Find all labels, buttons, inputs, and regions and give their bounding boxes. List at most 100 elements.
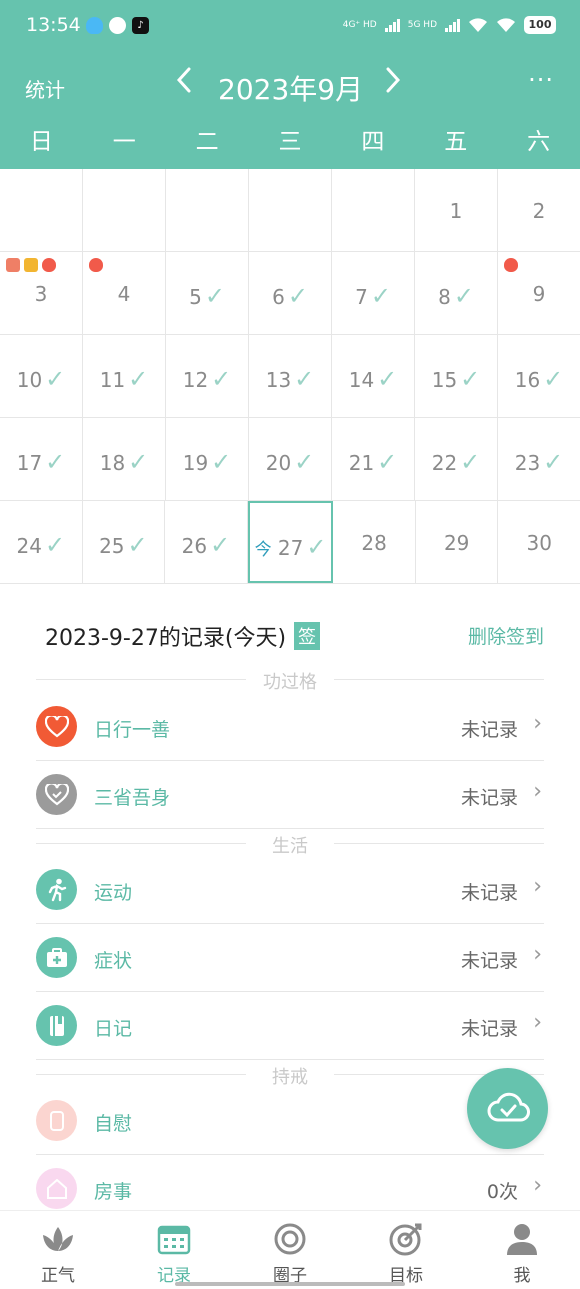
status-time: 13:54 <box>26 14 81 36</box>
sign-badge: 签 <box>294 622 321 650</box>
day-number: 15 <box>431 368 458 392</box>
records-panel: 2023-9-27的记录(今天) 签 删除签到 <box>0 584 580 679</box>
day-number: 28 <box>361 531 387 555</box>
calendar-day[interactable]: 23 ✓ <box>498 418 580 500</box>
calendar-day[interactable]: 12 ✓ <box>166 335 249 417</box>
day-number: 21 <box>348 451 375 475</box>
day-number: 3 <box>34 282 48 306</box>
home-indicator[interactable] <box>175 1282 405 1286</box>
tab-records[interactable]: 记录 <box>116 1211 232 1289</box>
qq-icon <box>86 17 103 34</box>
chevron-right-icon: › <box>533 1173 542 1198</box>
record-item-exercise[interactable]: 运动 未记录 › <box>36 856 544 924</box>
calendar-day[interactable]: 15 ✓ <box>415 335 498 417</box>
calendar-day[interactable]: 13 ✓ <box>249 335 332 417</box>
house-icon <box>36 1168 77 1209</box>
record-item-label: 自慰 <box>94 1113 133 1135</box>
stats-button[interactable]: 统计 <box>25 74 65 103</box>
delete-sign-button[interactable]: 删除签到 <box>468 622 544 649</box>
chevron-right-icon: › <box>533 942 542 967</box>
calendar-day[interactable]: 30 <box>498 501 580 583</box>
calendar-day[interactable]: 11 ✓ <box>83 335 166 417</box>
calendar-day[interactable]: 5 ✓ <box>166 252 249 334</box>
calendar-week: 17 ✓ 18 ✓ 19 ✓ 20 ✓ 21 ✓ 22 ✓ 23 ✓ <box>0 418 580 501</box>
calendar-day[interactable]: 19 ✓ <box>166 418 249 500</box>
tab-circle[interactable]: 圈子 <box>232 1211 348 1289</box>
record-item-reflection[interactable]: 三省吾身 未记录 › <box>36 761 544 829</box>
calendar-day[interactable]: 9 <box>498 252 580 334</box>
section-merit: 功过格 <box>36 668 544 693</box>
calendar-day[interactable]: 29 <box>416 501 499 583</box>
record-item-status: 0次 <box>486 1181 518 1203</box>
calendar-day[interactable]: 8 ✓ <box>415 252 498 334</box>
calendar-day[interactable]: 3 <box>0 252 83 334</box>
book-icon <box>6 258 20 272</box>
calendar-day[interactable]: 16 ✓ <box>498 335 580 417</box>
record-item-diary[interactable]: 日记 未记录 › <box>36 992 544 1060</box>
lotus-icon <box>40 1221 76 1257</box>
person-icon <box>504 1221 540 1257</box>
today-label: 今 <box>254 540 272 560</box>
record-item-symptom[interactable]: 症状 未记录 › <box>36 924 544 992</box>
check-icon: ✓ <box>294 448 315 476</box>
calendar-empty-cell <box>166 169 249 251</box>
section-precept-label: 持戒 <box>272 1067 308 1088</box>
calendar-day[interactable]: 24 ✓ <box>0 501 83 583</box>
day-number: 26 <box>181 534 208 558</box>
day-number: 29 <box>443 531 470 555</box>
chevron-right-icon: › <box>533 874 542 899</box>
day-number: 19 <box>182 451 209 475</box>
day-number: 30 <box>526 531 552 555</box>
record-item-good-deed[interactable]: 日行一善 未记录 › <box>36 693 544 761</box>
calendar-icon <box>156 1221 192 1257</box>
calendar-day[interactable]: 22 ✓ <box>415 418 498 500</box>
weekday-label: 四 <box>361 129 385 155</box>
calendar-day[interactable]: 6 ✓ <box>249 252 332 334</box>
calendar-day[interactable]: 28 <box>333 501 416 583</box>
medkit-icon <box>36 937 77 978</box>
calendar-day[interactable]: 21 ✓ <box>332 418 415 500</box>
wifi-icon-2 <box>497 18 515 32</box>
weekday-label: 三 <box>278 129 302 155</box>
calendar-day[interactable]: 4 <box>83 252 166 334</box>
month-title: 2023年9月 <box>218 73 364 106</box>
calendar-day[interactable]: 2 <box>498 169 580 251</box>
day-number: 20 <box>265 451 292 475</box>
day-number: 4 <box>117 282 131 306</box>
day-marks <box>504 258 518 272</box>
tab-qi[interactable]: 正气 <box>0 1211 116 1289</box>
calendar-day-today[interactable]: 今 27 ✓ <box>247 501 334 583</box>
calendar-day[interactable]: 7 ✓ <box>332 252 415 334</box>
tab-me[interactable]: 我 <box>464 1211 580 1289</box>
day-number: 14 <box>348 368 375 392</box>
signal-icon-1 <box>384 18 400 32</box>
day-number: 10 <box>16 368 43 392</box>
chevron-left-icon[interactable] <box>176 66 192 101</box>
day-number: 7 <box>355 285 368 309</box>
weekday-label: 二 <box>195 129 219 155</box>
calendar-day[interactable]: 26 ✓ <box>165 501 248 583</box>
day-number: 5 <box>189 285 202 309</box>
calendar-day[interactable]: 17 ✓ <box>0 418 83 500</box>
calendar-day[interactable]: 10 ✓ <box>0 335 83 417</box>
calendar-day[interactable]: 1 <box>415 169 498 251</box>
check-icon: ✓ <box>45 448 66 476</box>
calendar-week: 10 ✓ 11 ✓ 12 ✓ 13 ✓ 14 ✓ 15 ✓ 16 ✓ <box>0 335 580 418</box>
check-icon: ✓ <box>294 365 315 393</box>
more-icon[interactable]: ··· <box>528 66 554 94</box>
day-number: 22 <box>431 451 458 475</box>
cloud-sync-button[interactable] <box>467 1068 548 1149</box>
tab-goals[interactable]: 目标 <box>348 1211 464 1289</box>
day-number: 16 <box>514 368 541 392</box>
calendar-day[interactable]: 18 ✓ <box>83 418 166 500</box>
check-icon: ✓ <box>128 365 149 393</box>
check-icon: ✓ <box>543 365 564 393</box>
day-number: 8 <box>438 285 451 309</box>
calendar-day[interactable]: 14 ✓ <box>332 335 415 417</box>
chevron-right-icon[interactable] <box>385 66 401 101</box>
record-item-label: 房事 <box>94 1181 133 1203</box>
day-number: 27 <box>277 536 304 560</box>
check-icon: ✓ <box>377 448 398 476</box>
calendar-day[interactable]: 20 ✓ <box>249 418 332 500</box>
calendar-day[interactable]: 25 ✓ <box>83 501 166 583</box>
